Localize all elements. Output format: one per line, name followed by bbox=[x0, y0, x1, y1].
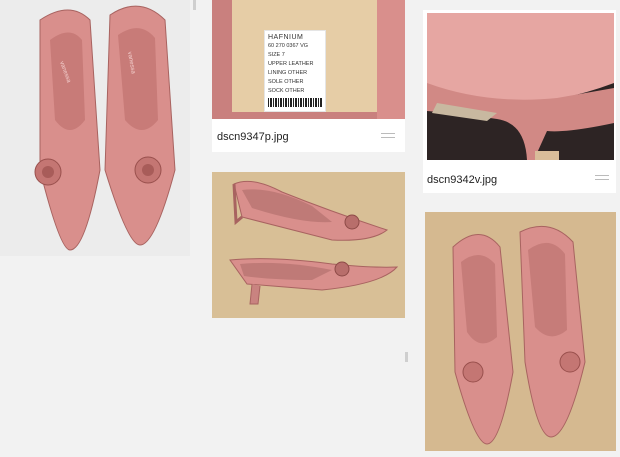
side-shoe-photo[interactable] bbox=[212, 172, 405, 318]
label-photo[interactable]: HAFNIUM 60 270 0367 VG SIZE 7 UPPER LEAT… bbox=[212, 0, 405, 119]
pink-pumps-side-view-image bbox=[212, 172, 405, 318]
heel-photo[interactable] bbox=[427, 13, 614, 160]
pink-pumps-top-view-image: vanessa vanessa bbox=[0, 0, 190, 256]
menu-icon[interactable] bbox=[595, 175, 609, 180]
shoe-heel-closeup-image bbox=[427, 13, 614, 160]
photo-caption: dscn9342v.jpg bbox=[427, 174, 498, 186]
label-line: UPPER LEATHER bbox=[268, 61, 314, 67]
label-photo-card: HAFNIUM 60 270 0367 VG SIZE 7 UPPER LEAT… bbox=[212, 0, 405, 152]
menu-icon[interactable] bbox=[381, 133, 395, 138]
label-line: SOCK OTHER bbox=[268, 88, 305, 94]
top-shoe-photo[interactable] bbox=[425, 212, 616, 451]
scrollbar-thumb[interactable] bbox=[193, 0, 196, 10]
label-brand: HAFNIUM bbox=[268, 34, 304, 41]
main-shoe-photo[interactable]: vanessa vanessa bbox=[0, 0, 190, 256]
heel-photo-card: dscn9342v.jpg bbox=[423, 10, 616, 193]
barcode-icon bbox=[268, 98, 322, 107]
photo-caption: dscn9347p.jpg bbox=[217, 131, 289, 143]
label-line: SOLE OTHER bbox=[268, 79, 304, 85]
size-label: HAFNIUM 60 270 0367 VG SIZE 7 UPPER LEAT… bbox=[264, 30, 326, 112]
label-line: LINING OTHER bbox=[268, 70, 308, 76]
label-size: SIZE 7 bbox=[268, 52, 285, 58]
label-code: 60 270 0367 VG bbox=[268, 43, 309, 49]
pink-pumps-top-view-beige-image bbox=[425, 212, 616, 451]
scrollbar-thumb[interactable] bbox=[405, 352, 408, 362]
